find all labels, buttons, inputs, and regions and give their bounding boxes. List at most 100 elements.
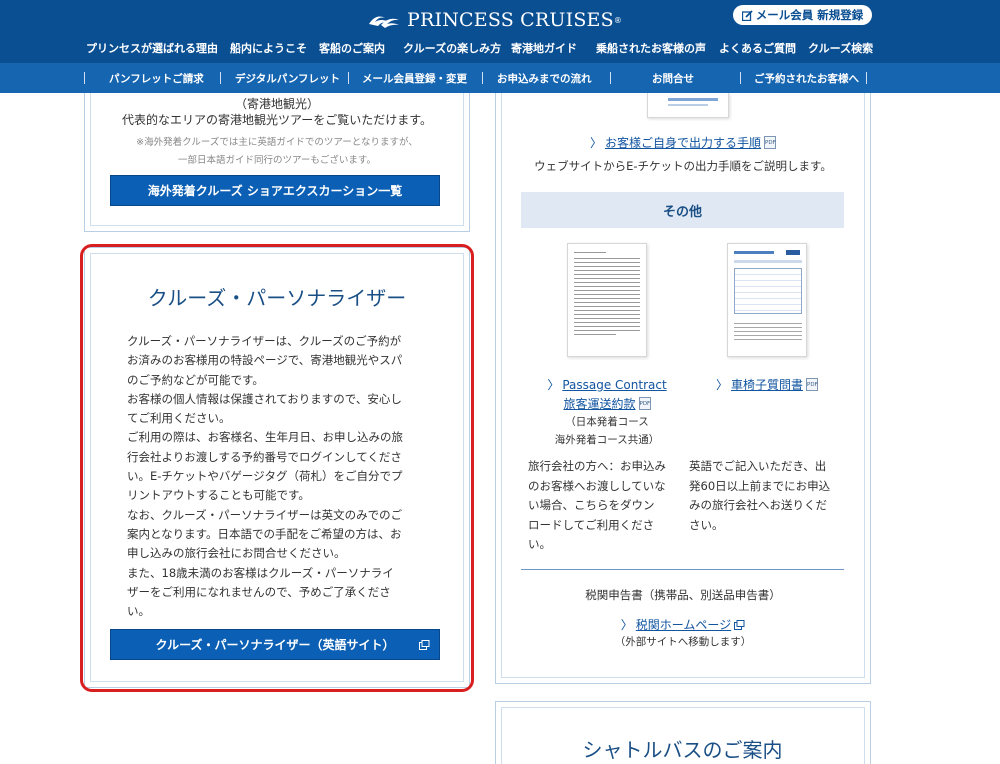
description-line: 旅行会社の方へ：お申込み — [528, 459, 666, 473]
thumbnail-bar — [786, 250, 800, 255]
nav-item-enjoy[interactable]: クルーズの楽しみ方 — [403, 40, 501, 56]
personalizer-body-line: お客様の個人情報は保護されておりますので、安心し — [127, 391, 402, 406]
thumbnail-line — [574, 270, 640, 271]
personalizer-body-line: 行会社よりお渡しする予約番号でログインしてくださ — [127, 449, 402, 464]
personalizer-description: クルーズ・パーソナライザーは、クルーズのご予約が お済みのお客様用の特設ページで… — [127, 332, 419, 621]
subnav-item-application-flow[interactable]: お申込みまでの流れ — [497, 71, 592, 86]
thumbnail-line — [574, 322, 640, 323]
passage-contract-ja-link[interactable]: 旅客運送約款 — [563, 397, 635, 411]
seawitch-logo-icon — [369, 16, 399, 28]
sub-nav-divider — [740, 72, 741, 84]
member-signup-label: メール会員 新規登録 — [755, 8, 864, 22]
passage-contract-thumbnail — [567, 243, 647, 357]
wheelchair-questionnaire-link[interactable]: 車椅子質問書 — [731, 378, 803, 392]
personalizer-body-line: リントアウトすることも可能です。 — [127, 488, 310, 503]
description-line: みの旅行会社へお送りくだ — [689, 498, 827, 512]
thumbnail-line — [574, 310, 640, 311]
pdf-icon: PDF — [764, 136, 777, 149]
personalizer-english-site-button[interactable]: クルーズ・パーソナライザー（英語サイト） — [110, 629, 440, 660]
personalizer-body-line: 申し込みの旅行会社にお問合せください。 — [127, 546, 346, 561]
main-nav: プリンセスが選ばれる理由 船内にようこそ 客船のご案内 クルーズの楽しみ方 寄港… — [0, 40, 1000, 58]
sub-nav-divider — [84, 72, 85, 84]
registered-mark: ® — [613, 15, 622, 25]
nav-item-ports[interactable]: 寄港地ガイド — [511, 40, 577, 56]
eticket-instructions-link[interactable]: お客様ご自身で出力する手順 — [605, 136, 761, 150]
nav-item-faq[interactable]: よくあるご質問 — [719, 40, 796, 56]
customs-homepage-link[interactable]: 税関ホームページ — [636, 618, 731, 632]
personalizer-body-line: また、18歳未満のお客様はクルーズ・パーソナライ — [127, 565, 394, 580]
description-line: 英語でご記入いただき、出 — [689, 459, 827, 473]
passage-contract-description: 旅行会社の方へ：お申込み のお客様へお渡ししていな い場合、こちらをダウン ロー… — [528, 457, 678, 555]
brand-name: PRINCESS CRUISES — [407, 9, 614, 31]
personalizer-body-line: い。 — [127, 604, 150, 619]
thumbnail-line — [574, 274, 640, 275]
description-line: い場合、こちらをダウン — [528, 498, 655, 512]
sub-nav-divider — [866, 72, 867, 84]
description-line: のお客様へお渡ししていな — [528, 478, 666, 493]
nav-item-reasons[interactable]: プリンセスが選ばれる理由 — [86, 40, 218, 56]
personalizer-body-line: お済みのお客様用の特設ページで、寄港地観光やスパ — [127, 353, 403, 368]
personalizer-title: クルーズ・パーソナライザー — [147, 286, 407, 310]
chevron-right-icon: 〉 — [620, 618, 633, 632]
site-header: PRINCESS CRUISES ® メール会員 新規登録 プリンセスが選ばれる理… — [0, 0, 1000, 93]
thumbnail-line — [574, 282, 640, 283]
external-window-icon — [734, 619, 745, 630]
subnav-item-digital-brochure[interactable]: デジタルパンフレット — [235, 71, 340, 86]
shore-excursion-list-button[interactable]: 海外発着クルーズ ショアエクスカーション一覧 — [110, 175, 440, 206]
eticket-description: ウェブサイトからE-チケットの出力手順をご説明します。 — [534, 159, 832, 173]
sub-nav-divider — [348, 72, 349, 84]
personalizer-body-line: なお、クルーズ・パーソナライザーは英文のみでのご — [127, 507, 403, 522]
other-heading-label: その他 — [662, 204, 702, 220]
princess-logo[interactable]: PRINCESS CRUISES ® — [367, 8, 622, 32]
subnav-item-brochure[interactable]: パンフレットご請求 — [109, 71, 204, 86]
subnav-item-booked-customers[interactable]: ご予約されたお客様へ — [754, 71, 859, 86]
passage-contract-en-link[interactable]: Passage Contract — [562, 378, 666, 392]
thumbnail-bar — [668, 98, 718, 101]
wheelchair-link-row: 〉車椅子質問書 PDF — [687, 374, 847, 393]
passage-contract-note-1: （日本発着コース — [565, 416, 649, 428]
description-line: さい。 — [689, 517, 724, 532]
thumbnail-line — [574, 326, 640, 327]
nav-item-onboard[interactable]: 船内にようこそ — [230, 40, 307, 56]
thumbnail-line — [574, 286, 640, 287]
thumbnail-line — [574, 318, 640, 319]
passage-contract-link-row: 〉 Passage Contract — [527, 374, 687, 393]
thumbnail-line — [574, 330, 640, 331]
personalizer-body-line: クルーズ・パーソナライザーは、クルーズのご予約が — [127, 334, 402, 348]
nav-item-reviews[interactable]: 乗船されたお客様の声 — [596, 40, 706, 56]
thumbnail-table — [734, 268, 802, 314]
thumbnail-line — [574, 258, 640, 259]
external-window-icon — [419, 640, 430, 650]
personalizer-body-line: 案内となります。日本語での手配をご希望の方は、お — [127, 526, 402, 541]
thumbnail-line — [574, 294, 640, 295]
pdf-icon: PDF — [806, 378, 819, 391]
sub-nav: パンフレットご請求 デジタルパンフレット メール会員登録・変更 お申込みまでの流… — [0, 63, 1000, 93]
personalizer-body-line: ザーをご利用になれませんので、予めご了承くださ — [127, 584, 391, 599]
personalizer-body-line: のご予約などが可能です。 — [127, 372, 264, 387]
shore-excursion-list-label: 海外発着クルーズ ショアエクスカーション一覧 — [147, 184, 403, 198]
passage-contract-ja-row: 旅客運送約款 PDF — [527, 393, 687, 412]
thumbnail-line — [574, 306, 640, 307]
personalizer-button-label: クルーズ・パーソナライザー（英語サイト） — [155, 638, 395, 652]
member-signup-button[interactable]: メール会員 新規登録 — [733, 5, 872, 25]
thumbnail-line — [574, 252, 606, 253]
other-section-heading: その他 — [521, 192, 844, 228]
top-bar: PRINCESS CRUISES ® メール会員 新規登録 プリンセスが選ばれる理… — [0, 0, 1000, 63]
nav-item-search[interactable]: クルーズ検索 — [808, 40, 873, 56]
shuttle-bus-title: シャトルバスのご案内 — [582, 738, 783, 762]
personalizer-body-line: ご利用の際は、お客様名、生年月日、お申し込みの旅 — [127, 430, 403, 445]
passage-contract-note-2: 海外発着コース共通） — [554, 434, 660, 446]
thumbnail-line — [574, 334, 616, 335]
subnav-item-contact[interactable]: お問合せ — [652, 71, 694, 86]
eticket-link-row: 〉お客様ご自身で出力する手順 PDF — [495, 132, 871, 151]
nav-item-ships[interactable]: 客船のご案内 — [319, 40, 385, 56]
thumbnail-line — [574, 314, 640, 315]
personalizer-body-line: てご利用ください。 — [127, 411, 231, 426]
subnav-item-mail-member[interactable]: メール会員登録・変更 — [362, 71, 467, 86]
description-line: い。 — [528, 537, 551, 551]
wheelchair-description: 英語でご記入いただき、出 発60日以上前までにお申込 みの旅行会社へお送りくだ … — [689, 457, 841, 535]
shore-excursion-note-2: 一部日本語ガイド同行のツアーもございます。 — [178, 155, 376, 166]
eticket-thumbnail — [647, 93, 729, 118]
thumbnail-text — [734, 320, 802, 342]
section-divider — [521, 569, 844, 570]
